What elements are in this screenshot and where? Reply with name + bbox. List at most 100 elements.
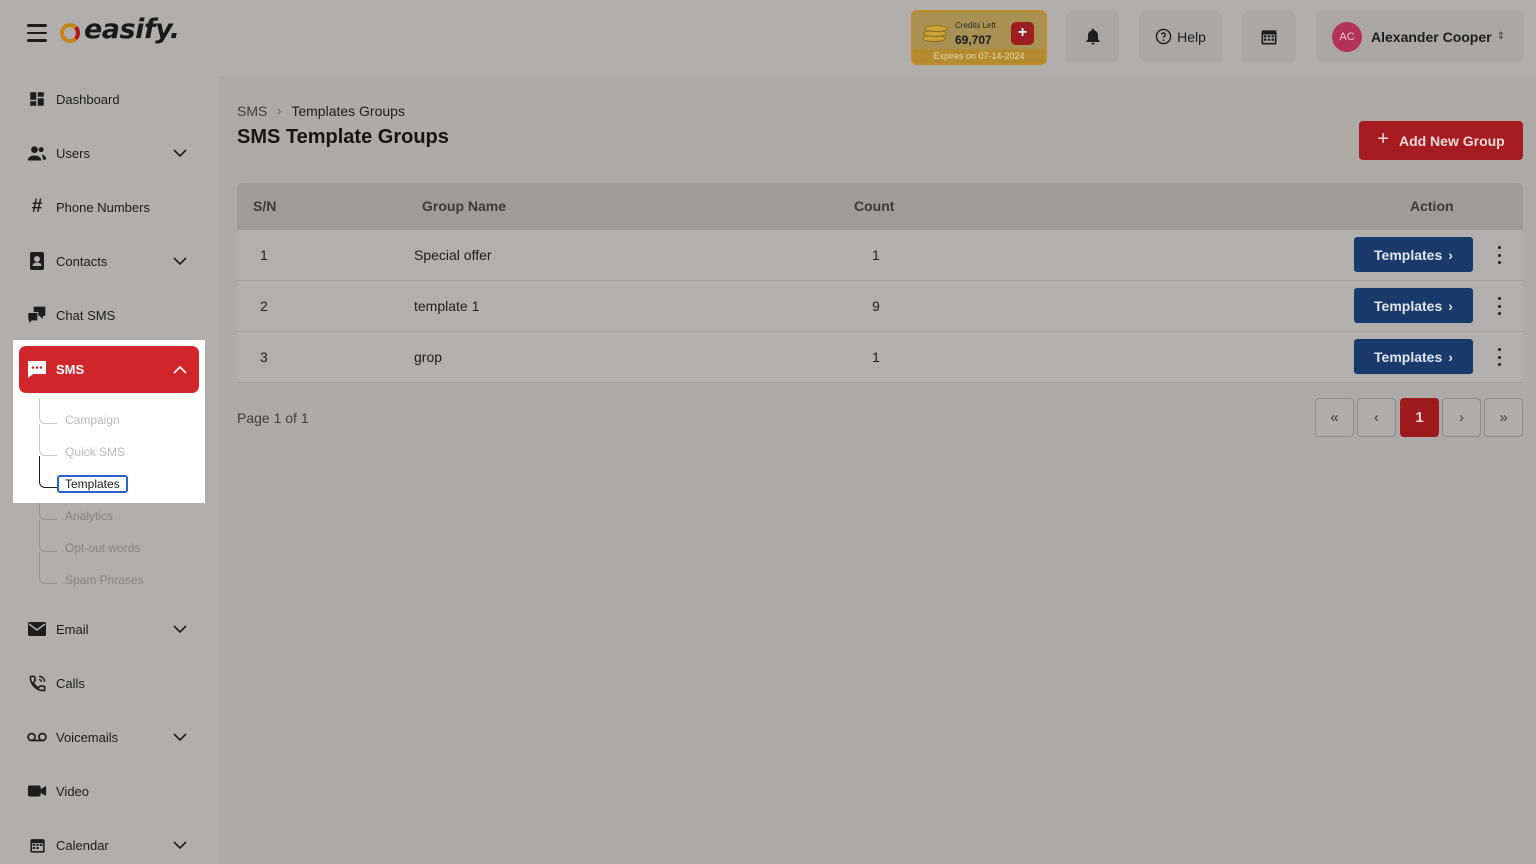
- templates-button[interactable]: Templates ›: [1354, 339, 1473, 374]
- chevron-down-icon: [173, 625, 187, 634]
- mail-icon: [27, 619, 47, 639]
- hash-icon: #: [31, 196, 43, 217]
- sidebar-subitem-quick-sms[interactable]: Quick SMS: [65, 445, 125, 459]
- help-label: Help: [1177, 28, 1206, 45]
- template-groups-table: S/N Group Name Count Action 1 Special of…: [237, 183, 1523, 383]
- row-sn: 1: [260, 247, 268, 263]
- help-button[interactable]: Help: [1139, 10, 1222, 63]
- top-bar: easify. Credits Left 69,707 + Expires on…: [0, 0, 1536, 76]
- chevron-down-icon: [173, 149, 187, 158]
- first-page-button[interactable]: «: [1315, 398, 1354, 437]
- row-count: 1: [872, 349, 880, 365]
- sidebar-item-voicemails[interactable]: Voicemails: [0, 717, 218, 757]
- calendar-grid-icon: [1261, 29, 1277, 44]
- plus-icon: +: [1377, 128, 1389, 150]
- credits-widget[interactable]: Credits Left 69,707 + Expires on 07-14-2…: [911, 10, 1047, 65]
- column-header-count: Count: [854, 198, 895, 214]
- sidebar-item-label: Email: [56, 621, 89, 637]
- credits-expiry: Expires on 07-14-2024: [913, 49, 1045, 63]
- sidebar-subitem-templates[interactable]: Templates: [57, 475, 128, 493]
- table-row: 3 grop 1 Templates ›: [237, 332, 1523, 383]
- tree-connector: [39, 424, 57, 456]
- avatar: AC: [1332, 21, 1362, 52]
- breadcrumb-current: Templates Groups: [291, 103, 405, 119]
- sidebar-item-calls[interactable]: Calls: [0, 663, 218, 703]
- sidebar-item-label: Phone Numbers: [56, 199, 150, 215]
- user-name: Alexander Cooper: [1371, 28, 1492, 45]
- menu-icon[interactable]: [27, 24, 47, 42]
- sidebar-item-users[interactable]: Users: [0, 133, 218, 173]
- tree-connector: [39, 456, 57, 488]
- app-logo[interactable]: easify.: [60, 14, 180, 45]
- row-count: 1: [872, 247, 880, 263]
- users-icon: [27, 143, 47, 163]
- column-header-action: Action: [1410, 198, 1454, 214]
- help-icon: [1155, 28, 1172, 45]
- chevron-right-icon: ›: [1448, 297, 1453, 314]
- user-menu[interactable]: AC Alexander Cooper ⇕: [1316, 10, 1524, 63]
- templates-button[interactable]: Templates ›: [1354, 288, 1473, 323]
- row-group-name: grop: [414, 349, 443, 365]
- credits-amount: 69,707: [955, 33, 992, 47]
- sidebar-item-label: Contacts: [56, 253, 108, 269]
- templates-button[interactable]: Templates ›: [1354, 237, 1473, 272]
- sms-icon: [28, 361, 46, 378]
- calendar-button[interactable]: [1242, 10, 1296, 63]
- dashboard-icon: [27, 89, 47, 109]
- sidebar-item-video[interactable]: Video: [0, 771, 218, 811]
- chevron-up-icon: [173, 365, 187, 374]
- voicemail-icon: [27, 727, 47, 747]
- sidebar-subitem-campaign[interactable]: Campaign: [65, 413, 120, 427]
- sidebar-item-phone-numbers[interactable]: # Phone Numbers: [0, 187, 218, 227]
- row-group-name: Special offer: [414, 247, 492, 263]
- breadcrumb-sms[interactable]: SMS: [237, 103, 267, 119]
- table-header: S/N Group Name Count Action: [237, 183, 1523, 230]
- sidebar-subitem-spam-phrases[interactable]: Spam Phrases: [65, 573, 144, 587]
- tree-connector: [39, 520, 57, 552]
- breadcrumb: SMS › Templates Groups: [237, 103, 405, 119]
- chevron-down-icon: [173, 257, 187, 266]
- coins-icon: [922, 24, 948, 44]
- notifications-button[interactable]: [1066, 10, 1119, 63]
- sidebar-item-dashboard[interactable]: Dashboard: [0, 79, 218, 119]
- sidebar-subitem-opt-out-words[interactable]: Opt-out words: [65, 541, 140, 555]
- table-row: 1 Special offer 1 Templates ›: [237, 230, 1523, 281]
- tree-connector: [39, 398, 57, 424]
- sidebar-item-sms[interactable]: SMS: [19, 346, 199, 393]
- sidebar-item-label: Users: [56, 145, 90, 161]
- add-new-group-button[interactable]: + Add New Group: [1359, 121, 1523, 160]
- row-group-name: template 1: [414, 298, 480, 314]
- more-options-icon[interactable]: [1494, 297, 1504, 315]
- add-new-group-label: Add New Group: [1398, 132, 1505, 149]
- row-count: 9: [872, 298, 880, 314]
- calendar-icon: [27, 835, 47, 855]
- more-options-icon[interactable]: [1494, 348, 1504, 366]
- chevron-right-icon: ›: [1448, 348, 1453, 365]
- sidebar-item-contacts[interactable]: Contacts: [0, 241, 218, 281]
- sidebar-item-label: SMS: [56, 362, 85, 377]
- sidebar-item-chat-sms[interactable]: Chat SMS: [0, 295, 218, 335]
- current-page-button[interactable]: 1: [1400, 398, 1439, 437]
- sidebar-item-email[interactable]: Email: [0, 609, 218, 649]
- tree-connector: [39, 503, 57, 520]
- sidebar-subitem-analytics[interactable]: Analytics: [65, 509, 113, 523]
- video-icon: [27, 781, 47, 801]
- chevron-right-icon: ›: [1448, 246, 1453, 263]
- sidebar-item-calendar[interactable]: Calendar: [0, 825, 218, 864]
- sidebar-item-label: Voicemails: [56, 729, 119, 745]
- add-credits-button[interactable]: +: [1011, 22, 1034, 45]
- prev-page-button[interactable]: ‹: [1357, 398, 1396, 437]
- column-header-sn: S/N: [253, 198, 277, 214]
- phone-icon: [27, 673, 47, 693]
- logo-mark-icon: [60, 22, 80, 43]
- next-page-button[interactable]: ›: [1442, 398, 1481, 437]
- table-row: 2 template 1 9 Templates ›: [237, 281, 1523, 332]
- more-options-icon[interactable]: [1494, 246, 1504, 264]
- contacts-icon: [27, 251, 47, 271]
- sidebar-item-label: Calls: [56, 675, 85, 691]
- sort-caret-icon: ⇕: [1496, 31, 1505, 42]
- chevron-right-icon: ›: [277, 104, 282, 118]
- chevron-down-icon: [173, 841, 187, 850]
- last-page-button[interactable]: »: [1484, 398, 1523, 437]
- sidebar-item-label: Video: [56, 783, 90, 799]
